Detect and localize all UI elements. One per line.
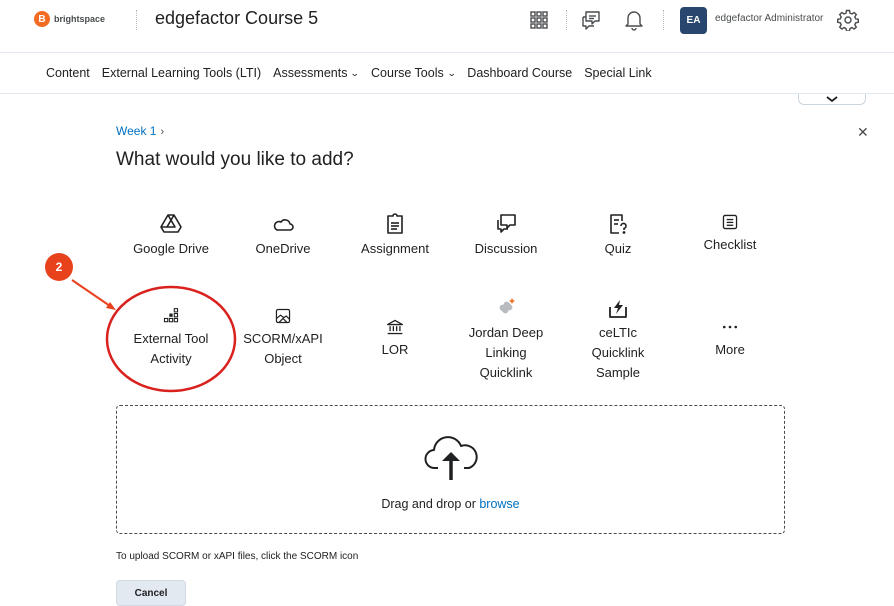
tile-label-line2: Linking [485,345,527,360]
tile-label-line1: SCORM/xAPI [243,331,323,346]
tile-label-line1: ceLTIc [598,325,638,340]
deep-linking-icon [499,298,515,314]
tile-scorm-xapi-object[interactable]: SCORM/xAPI Object [227,307,339,369]
tile-label-line2: Activity [150,351,192,366]
course-selector-grid-icon[interactable] [527,8,551,32]
tile-lor[interactable]: LOR [339,318,451,360]
user-name[interactable]: edgefactor Administrator [715,13,823,24]
tile-label-line2: Quicklink [591,345,645,360]
logo-text: brightspace [54,14,106,24]
notifications-bell-icon[interactable] [622,8,646,32]
tile-assignment[interactable]: Assignment [339,213,451,259]
tile-label: Discussion [474,241,538,256]
tile-label: Assignment [361,241,429,256]
nav-item-external-learning-tools[interactable]: External Learning Tools (LTI) [102,66,261,80]
discussion-icon [497,214,516,233]
divider [566,10,567,30]
tile-label-line1: Jordan Deep [468,325,544,340]
nav-item-assessments[interactable]: Assessments ⌄ [273,66,361,80]
scorm-upload-hint: To upload SCORM or xAPI files, click the… [116,551,359,562]
course-navbar: Content External Learning Tools (LTI) As… [0,52,894,94]
tile-label-line1: LOR [381,342,409,357]
tile-discussion[interactable]: Discussion [450,213,562,259]
tile-label: Quiz [604,241,632,256]
lor-icon [386,319,404,335]
tile-google-drive[interactable]: Google Drive [115,213,227,259]
tile-onedrive[interactable]: OneDrive [227,213,339,259]
tile-external-tool-activity[interactable]: External Tool Activity [115,307,227,369]
assignment-icon [387,213,403,234]
dropzone-text: Drag and drop or browse [381,497,520,511]
browse-link[interactable]: browse [479,497,519,511]
onedrive-icon [273,219,294,231]
top-bar: B brightspace edgefactor Course 5 EA edg… [0,0,894,40]
scorm-icon [275,308,291,324]
quiz-icon [610,214,627,234]
settings-gear-icon[interactable] [836,8,860,32]
tile-label: OneDrive [255,241,311,256]
tile-label-line1: External Tool [133,331,209,346]
chevron-down-icon [826,96,838,102]
tile-checklist[interactable]: Checklist [674,213,786,255]
dialog-heading: What would you like to add? [116,149,354,170]
upload-dropzone[interactable]: Drag and drop or browse [116,405,785,534]
divider [136,10,137,30]
tile-label-line1: More [715,342,745,357]
brightspace-logo[interactable]: B brightspace [34,11,105,27]
messages-icon[interactable] [579,8,603,32]
cloud-upload-icon [424,436,478,480]
course-title[interactable]: edgefactor Course 5 [155,8,318,29]
tile-label-line2: Object [264,351,302,366]
breadcrumb[interactable]: Week 1 › [116,124,164,138]
nav-item-dashboard-course[interactable]: Dashboard Course [467,66,572,80]
quicklink-icon [609,300,627,318]
google-drive-icon [160,214,182,233]
divider [663,10,664,30]
brightspace-logo-icon: B [34,11,50,27]
chevron-down-icon: ⌄ [350,67,361,78]
tile-label: Checklist [703,237,757,252]
tile-label-line3: Sample [595,365,641,380]
external-tool-icon [163,308,179,323]
tile-label-line3: Quicklink [479,365,533,380]
tile-jordan-deep-linking-quicklink[interactable]: Jordan Deep Linking Quicklink [450,297,562,383]
collapse-nav-button[interactable] [798,94,866,105]
user-avatar[interactable]: EA [680,7,707,34]
breadcrumb-chevron-icon: › [160,126,165,138]
pointer-arrow-line [71,279,111,307]
cancel-button[interactable]: Cancel [116,580,186,606]
tile-quiz[interactable]: Quiz [562,213,674,259]
breadcrumb-week-link[interactable]: Week 1 [116,124,156,138]
close-icon[interactable]: ✕ [857,124,869,141]
nav-item-course-tools[interactable]: Course Tools ⌄ [371,66,457,80]
chevron-down-icon: ⌄ [446,67,457,78]
tile-label: Google Drive [133,241,209,256]
checklist-icon [722,214,738,230]
step-number-badge: 2 [45,253,73,281]
nav-item-content[interactable]: Content [46,66,90,80]
tile-more[interactable]: More [674,318,786,360]
more-icon [722,325,738,329]
nav-item-special-link[interactable]: Special Link [584,66,651,80]
tile-celtic-quicklink-sample[interactable]: ceLTIc Quicklink Sample [562,297,674,383]
